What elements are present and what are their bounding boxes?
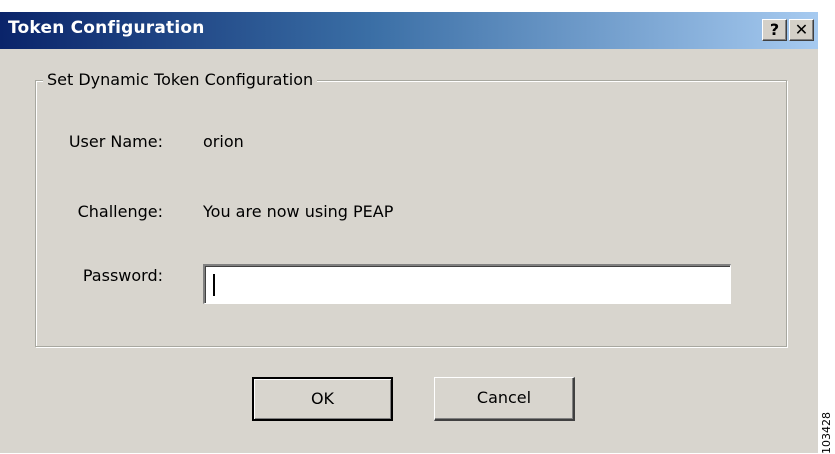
window-title: Token Configuration: [8, 18, 205, 38]
ok-button[interactable]: OK: [252, 377, 393, 421]
figure-id: 103428: [820, 412, 833, 454]
groupbox-legend: Set Dynamic Token Configuration: [43, 70, 318, 89]
close-button[interactable]: ✕: [789, 19, 814, 41]
user-name-value: orion: [203, 132, 244, 151]
text-cursor: [213, 274, 215, 296]
password-input[interactable]: [203, 264, 731, 304]
title-bar[interactable]: Token Configuration ? ✕: [0, 12, 818, 49]
user-name-label: User Name:: [68, 132, 163, 151]
token-configuration-dialog: Token Configuration ? ✕ Set Dynamic Toke…: [0, 12, 818, 453]
challenge-value: You are now using PEAP: [203, 202, 394, 221]
password-label: Password:: [82, 266, 163, 285]
challenge-label: Challenge:: [77, 202, 163, 221]
cancel-button[interactable]: Cancel: [434, 377, 575, 421]
help-button[interactable]: ?: [762, 19, 787, 41]
